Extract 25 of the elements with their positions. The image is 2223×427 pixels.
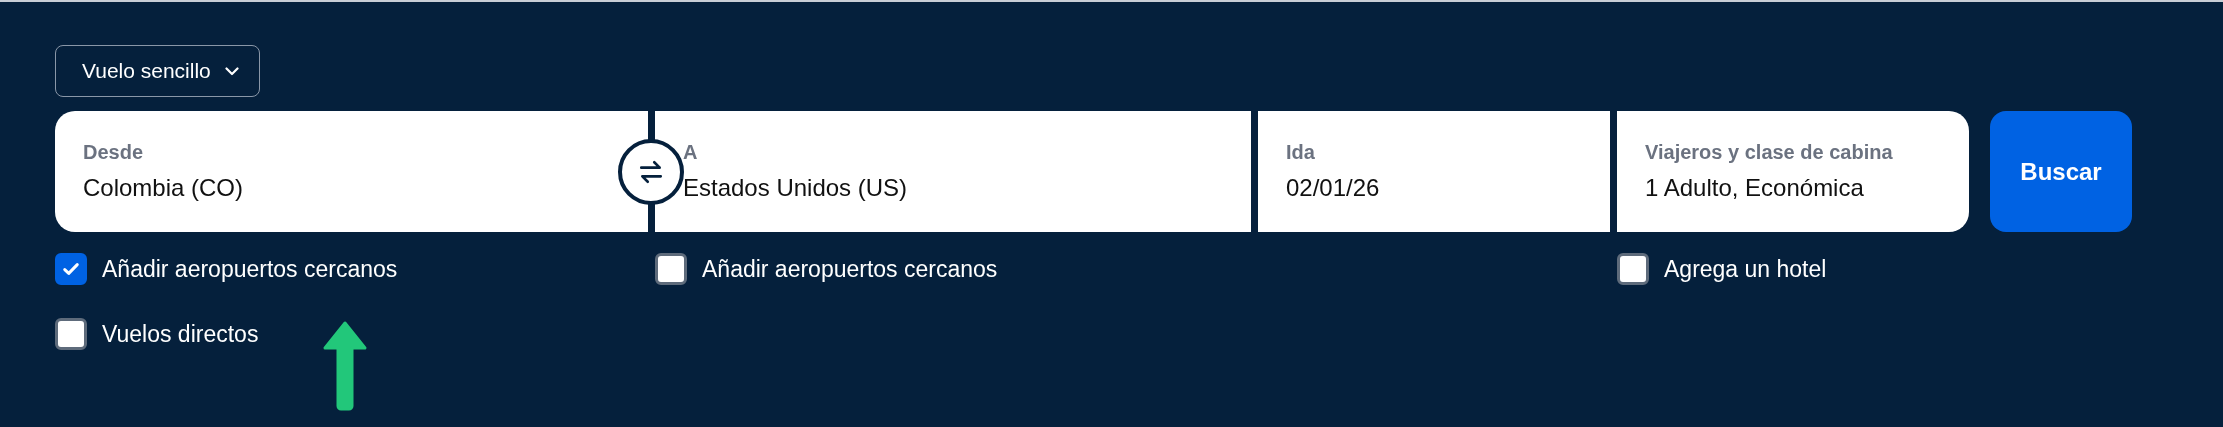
field-label: A [683, 141, 699, 164]
checkbox-option[interactable]: Añadir aeropuertos cercanos [655, 252, 1251, 286]
form-field[interactable]: A Estados Unidos (US) [655, 111, 1251, 232]
chevron-down-icon [224, 66, 239, 76]
checkbox-option[interactable]: Agrega un hotel [1617, 252, 1969, 286]
field-value: Estados Unidos (US) [683, 174, 909, 202]
search-button[interactable]: Buscar [1990, 111, 2132, 232]
checkbox-option[interactable]: Vuelos directos [55, 317, 648, 351]
checkbox[interactable] [55, 318, 87, 350]
swap-arrows-icon [638, 160, 664, 184]
up-arrow-icon [322, 320, 368, 412]
form-field[interactable]: Ida 02/01/26 [1258, 111, 1610, 232]
checkbox-option[interactable]: Añadir aeropuertos cercanos [55, 252, 648, 286]
checkbox[interactable] [1617, 253, 1649, 285]
field-label: Viajeros y clase de cabina [1645, 141, 1894, 164]
checkbox[interactable] [55, 253, 87, 285]
form-field[interactable]: Desde Colombia (CO) [55, 111, 648, 232]
field-label: Desde [83, 141, 145, 164]
form-field[interactable]: Viajeros y clase de cabina 1 Adulto, Económica [1617, 111, 1969, 232]
trip-type-dropdown[interactable]: Vuelo sencillo [55, 45, 260, 97]
field-label: Ida [1286, 141, 1316, 164]
field-value: 02/01/26 [1286, 174, 1381, 202]
checkbox[interactable] [655, 253, 687, 285]
field-value: Colombia (CO) [83, 174, 245, 202]
field-value: 1 Adulto, Económica [1645, 174, 1865, 202]
